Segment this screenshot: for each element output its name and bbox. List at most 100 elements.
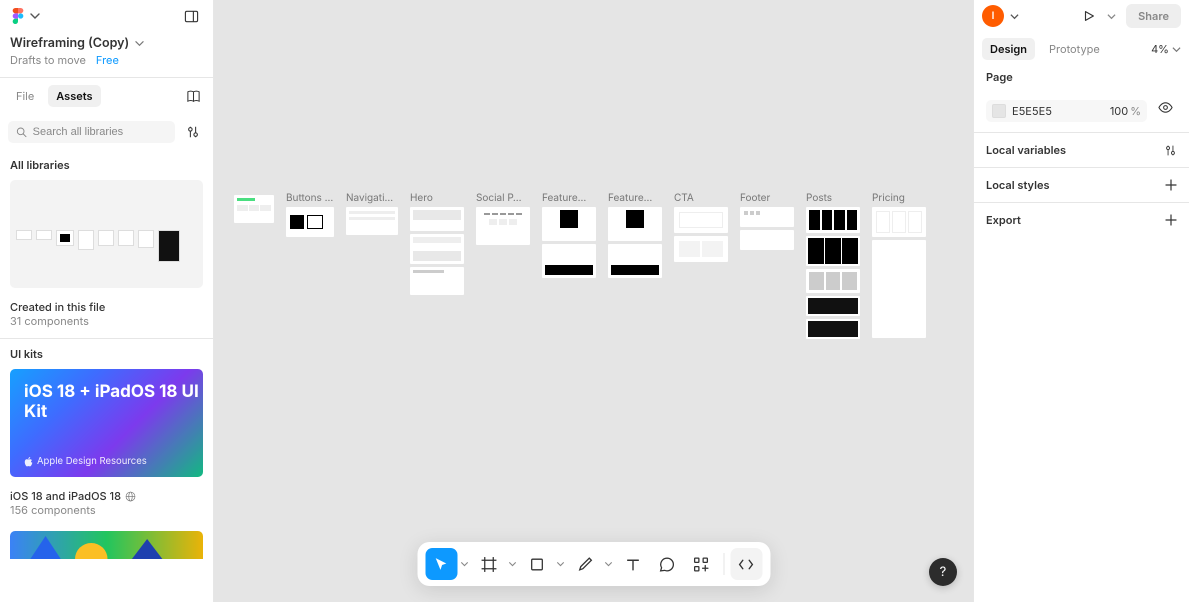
- book-icon: [186, 89, 201, 104]
- section-ui-kits[interactable]: UI kits: [0, 339, 213, 365]
- ios-kit-card[interactable]: iOS 18 + iPadOS 18 UI Kit Apple Design R…: [10, 369, 203, 477]
- frame-label: Pricing: [872, 192, 926, 204]
- globe-icon: [125, 491, 136, 502]
- pen-icon: [577, 556, 594, 573]
- panel-icon: [184, 9, 199, 24]
- file-location[interactable]: Drafts to move: [10, 53, 86, 67]
- chevron-down-icon[interactable]: [1010, 12, 1019, 21]
- search-input[interactable]: [33, 126, 167, 138]
- figma-logo-icon: [10, 8, 26, 24]
- main-menu-button[interactable]: [10, 8, 40, 24]
- dev-mode-button[interactable]: [730, 548, 762, 580]
- ios-kit-card-footer: Apple Design Resources: [37, 456, 147, 467]
- search-input-wrapper[interactable]: [8, 121, 175, 143]
- canvas[interactable]: Buttons … Navigati… Hero Social P… Feature… F…: [214, 0, 973, 602]
- share-button[interactable]: Share: [1126, 4, 1181, 28]
- eye-icon: [1158, 100, 1173, 115]
- second-kit-card[interactable]: [10, 531, 203, 559]
- pen-tool-button[interactable]: [569, 548, 601, 580]
- page-hex-value[interactable]: E5E5E5: [1012, 104, 1104, 118]
- frame-tool-button[interactable]: [473, 548, 505, 580]
- visibility-toggle[interactable]: [1153, 95, 1177, 119]
- frame-1[interactable]: Buttons …: [286, 192, 334, 237]
- actions-icon: [693, 556, 710, 573]
- ios-kit-card-title: iOS 18 + iPadOS 18 UI Kit: [24, 383, 203, 422]
- zoom-dropdown[interactable]: 4%: [1151, 42, 1181, 56]
- frame-label: Feature…: [608, 192, 662, 204]
- frame-5[interactable]: Feature…: [542, 192, 596, 278]
- frame-9[interactable]: Posts: [806, 192, 860, 339]
- frame-label: Footer: [740, 192, 794, 204]
- zoom-value: 4%: [1151, 42, 1169, 56]
- chevron-down-icon[interactable]: [135, 39, 144, 48]
- toggle-sidebar-button[interactable]: [179, 4, 203, 28]
- help-button[interactable]: ?: [929, 558, 957, 586]
- frame-8[interactable]: Footer: [740, 192, 794, 250]
- library-thumbnail[interactable]: [10, 180, 203, 288]
- frame-6[interactable]: Feature…: [608, 192, 662, 278]
- comment-icon: [659, 556, 676, 573]
- page-background-control[interactable]: E5E5E5 100%: [986, 100, 1147, 122]
- frame-label: Buttons …: [286, 192, 334, 204]
- chevron-down-icon[interactable]: [1107, 12, 1116, 21]
- frame-4[interactable]: Social P…: [476, 192, 530, 245]
- pen-tool-dropdown[interactable]: [601, 548, 615, 580]
- user-avatar[interactable]: I: [982, 5, 1004, 27]
- left-sidebar: Wireframing (Copy) Drafts to move Free F…: [0, 0, 214, 602]
- frame-7[interactable]: CTA: [674, 192, 728, 262]
- frame-3[interactable]: Hero: [410, 192, 464, 295]
- frame-label: Navigati…: [346, 192, 398, 204]
- chevron-down-icon: [30, 11, 40, 21]
- page-section-header[interactable]: Page: [986, 70, 1177, 84]
- code-icon: [738, 556, 755, 573]
- tab-assets[interactable]: Assets: [48, 85, 100, 107]
- frame-0[interactable]: [234, 192, 274, 223]
- move-tool-dropdown[interactable]: [457, 548, 471, 580]
- plus-icon[interactable]: [1165, 214, 1177, 226]
- chevron-down-icon: [1172, 45, 1181, 54]
- comment-tool-button[interactable]: [651, 548, 683, 580]
- plan-badge[interactable]: Free: [96, 53, 119, 67]
- bottom-toolbar: [417, 542, 770, 586]
- team-library-button[interactable]: [181, 84, 205, 108]
- ios-kit-row-title[interactable]: iOS 18 and iPadOS 18: [10, 489, 121, 503]
- file-title[interactable]: Wireframing (Copy): [10, 36, 129, 51]
- frame-label: Social P…: [476, 192, 530, 204]
- sliders-icon[interactable]: [1164, 144, 1177, 157]
- play-icon: [1082, 9, 1096, 23]
- apple-icon: [24, 457, 33, 467]
- text-icon: [625, 556, 642, 573]
- filter-button[interactable]: [181, 120, 205, 144]
- actions-tool-button[interactable]: [685, 548, 717, 580]
- frame-label: Feature…: [542, 192, 596, 204]
- present-button[interactable]: [1077, 4, 1101, 28]
- section-all-libraries[interactable]: All libraries: [0, 150, 213, 176]
- frame-icon: [481, 556, 498, 573]
- tab-file[interactable]: File: [8, 85, 42, 107]
- sliders-icon: [186, 125, 200, 139]
- help-icon: ?: [940, 564, 947, 580]
- local-styles-section[interactable]: Local styles: [986, 178, 1177, 192]
- local-variables-section[interactable]: Local variables: [986, 143, 1177, 157]
- frame-tool-dropdown[interactable]: [505, 548, 519, 580]
- plus-icon[interactable]: [1165, 179, 1177, 191]
- shape-tool-button[interactable]: [521, 548, 553, 580]
- color-swatch[interactable]: [992, 104, 1006, 118]
- frame-label: Hero: [410, 192, 464, 204]
- search-icon: [16, 126, 27, 138]
- frame-2[interactable]: Navigati…: [346, 192, 398, 235]
- library-card-count: 31 components: [0, 314, 213, 338]
- export-section[interactable]: Export: [986, 213, 1177, 227]
- page-opacity-value[interactable]: 100%: [1110, 104, 1141, 118]
- text-tool-button[interactable]: [617, 548, 649, 580]
- library-card-title: Created in this file: [0, 296, 213, 314]
- frame-label: CTA: [674, 192, 728, 204]
- move-tool-button[interactable]: [425, 548, 457, 580]
- ios-kit-row-count: 156 components: [0, 503, 213, 527]
- tab-prototype[interactable]: Prototype: [1041, 38, 1108, 60]
- tab-design[interactable]: Design: [982, 38, 1035, 60]
- rectangle-icon: [529, 556, 546, 573]
- shape-tool-dropdown[interactable]: [553, 548, 567, 580]
- right-sidebar: I Share Design Prototype 4% Page: [973, 0, 1189, 602]
- frame-10[interactable]: Pricing: [872, 192, 926, 338]
